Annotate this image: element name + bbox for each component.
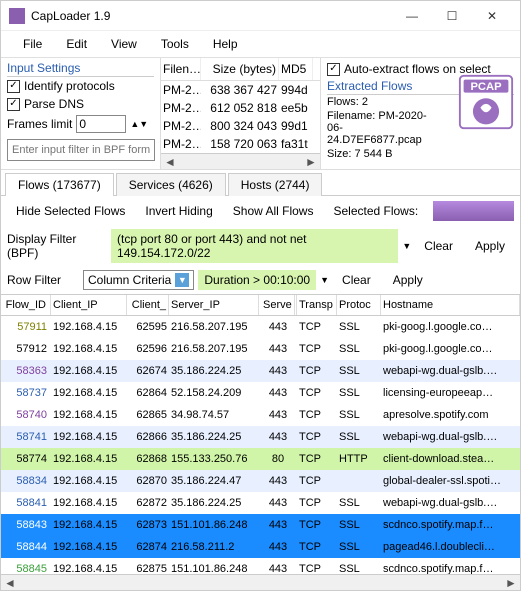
- input-settings-hdr: Input Settings: [7, 60, 154, 77]
- parse-dns-checkbox[interactable]: ✓Parse DNS: [7, 95, 154, 113]
- pcap-icon[interactable]: PCAP: [458, 74, 514, 130]
- menubar: File Edit View Tools Help: [1, 31, 520, 58]
- show-all-button[interactable]: Show All Flows: [224, 200, 323, 222]
- display-filter-value[interactable]: (tcp port 80 or port 443) and not net 14…: [111, 229, 398, 263]
- flows-toolbar: Hide Selected Flows Invert Hiding Show A…: [1, 196, 520, 226]
- row-filter-clear[interactable]: Clear: [333, 269, 380, 291]
- display-filter-row: Display Filter (BPF) (tcp port 80 or por…: [1, 226, 520, 266]
- col-size[interactable]: Size (bytes): [201, 58, 279, 80]
- col-serverip[interactable]: Server_IP: [169, 295, 259, 315]
- svg-text:PCAP: PCAP: [470, 81, 502, 93]
- display-filter-label: Display Filter (BPF): [7, 232, 107, 260]
- col-filename[interactable]: Filen…: [161, 58, 201, 80]
- extracted-filename: Filename: PM-2020-06-24.D7EF6877.pcap: [327, 109, 437, 147]
- table-row[interactable]: 58740192.168.4.156286534.98.74.57443TCPS…: [1, 404, 520, 426]
- display-filter-apply[interactable]: Apply: [466, 235, 514, 257]
- tab-services[interactable]: Services (4626): [116, 173, 226, 196]
- frames-limit-input[interactable]: [76, 115, 126, 133]
- menu-help[interactable]: Help: [201, 33, 250, 55]
- app-icon: [9, 8, 25, 24]
- col-protocol[interactable]: Protoc: [337, 295, 381, 315]
- col-md5[interactable]: MD5: [279, 58, 313, 80]
- col-clientip[interactable]: Client_IP: [51, 295, 127, 315]
- menu-edit[interactable]: Edit: [54, 33, 99, 55]
- col-clientport[interactable]: Client_: [127, 295, 169, 315]
- tab-hosts[interactable]: Hosts (2744): [228, 173, 323, 196]
- input-settings-panel: Input Settings ✓Identify protocols ✓Pars…: [1, 58, 161, 169]
- display-filter-clear[interactable]: Clear: [415, 235, 462, 257]
- table-row[interactable]: 58844192.168.4.1562874216.58.211.2443TCP…: [1, 536, 520, 558]
- file-row[interactable]: PM-2…612 052 818ee5b: [161, 99, 320, 117]
- menu-tools[interactable]: Tools: [149, 33, 201, 55]
- extracted-flows-panel: ✓Auto-extract flows on select Extracted …: [321, 58, 520, 169]
- titlebar: CapLoader 1.9 — ☐ ✕: [1, 1, 520, 31]
- col-transport[interactable]: Transp: [297, 295, 337, 315]
- table-row[interactable]: 58834192.168.4.156287035.186.224.47443TC…: [1, 470, 520, 492]
- grid-header: Flow_ID Client_IP Client_ Server_IP Serv…: [1, 295, 520, 316]
- table-row[interactable]: 58741192.168.4.156286635.186.224.25443TC…: [1, 426, 520, 448]
- row-filter-apply[interactable]: Apply: [384, 269, 432, 291]
- table-row[interactable]: 58774192.168.4.1562868155.133.250.7680TC…: [1, 448, 520, 470]
- row-filter-value[interactable]: Duration > 00:10:00: [198, 270, 316, 290]
- minimize-button[interactable]: —: [392, 2, 432, 30]
- dropdown-icon[interactable]: ▼: [402, 241, 411, 251]
- flows-grid: Flow_ID Client_IP Client_ Server_IP Serv…: [1, 294, 520, 590]
- file-row[interactable]: PM-2…158 720 063fa31t: [161, 135, 320, 153]
- file-row[interactable]: PM-2…638 367 427994d: [161, 81, 320, 99]
- chevron-down-icon: ▼: [175, 273, 189, 287]
- input-bpf-filter[interactable]: [7, 139, 155, 161]
- table-row[interactable]: 58841192.168.4.156287235.186.224.25443TC…: [1, 492, 520, 514]
- spinner-icon[interactable]: ▲▼: [130, 119, 148, 129]
- menu-view[interactable]: View: [99, 33, 149, 55]
- tab-flows[interactable]: Flows (173677): [5, 173, 114, 196]
- selected-flows-label: Selected Flows:: [324, 200, 427, 222]
- file-row[interactable]: PM-2…800 324 04399d1: [161, 117, 320, 135]
- top-panel: Input Settings ✓Identify protocols ✓Pars…: [1, 58, 520, 170]
- col-hostname[interactable]: Hostname: [381, 295, 520, 315]
- table-row[interactable]: 58363192.168.4.156267435.186.224.25443TC…: [1, 360, 520, 382]
- dropdown-icon[interactable]: ▼: [320, 275, 329, 285]
- table-row[interactable]: 58845192.168.4.1562875151.101.86.248443T…: [1, 558, 520, 574]
- table-row[interactable]: 58843192.168.4.1562873151.101.86.248443T…: [1, 514, 520, 536]
- tabs: Flows (173677) Services (4626) Hosts (27…: [1, 172, 520, 196]
- col-flowid[interactable]: Flow_ID: [1, 295, 51, 315]
- extracted-size: Size: 7 544 B: [327, 147, 514, 161]
- file-list: Filen… Size (bytes) MD5 PM-2…638 367 427…: [161, 58, 321, 169]
- col-serverport[interactable]: Serve▲: [259, 295, 297, 315]
- column-criteria-combo[interactable]: Column Criteria▼: [83, 270, 194, 290]
- menu-file[interactable]: File: [11, 33, 54, 55]
- selected-flows-bar[interactable]: [433, 201, 514, 221]
- file-list-scrollbar[interactable]: ◄►: [161, 153, 320, 169]
- identify-protocols-checkbox[interactable]: ✓Identify protocols: [7, 77, 154, 95]
- row-filter-label: Row Filter: [7, 273, 79, 287]
- maximize-button[interactable]: ☐: [432, 2, 472, 30]
- table-row[interactable]: 57912192.168.4.1562596216.58.207.195443T…: [1, 338, 520, 360]
- window-title: CapLoader 1.9: [31, 9, 392, 23]
- table-row[interactable]: 57911192.168.4.1562595216.58.207.195443T…: [1, 316, 520, 338]
- row-filter-row: Row Filter Column Criteria▼ Duration > 0…: [1, 266, 520, 294]
- frames-limit: Frames limit ▲▼: [7, 113, 154, 135]
- table-row[interactable]: 58737192.168.4.156286452.158.24.209443TC…: [1, 382, 520, 404]
- hide-selected-button[interactable]: Hide Selected Flows: [7, 200, 134, 222]
- file-list-header: Filen… Size (bytes) MD5: [161, 58, 320, 81]
- grid-h-scrollbar[interactable]: ◄►: [1, 574, 520, 590]
- invert-hiding-button[interactable]: Invert Hiding: [136, 200, 221, 222]
- close-button[interactable]: ✕: [472, 2, 512, 30]
